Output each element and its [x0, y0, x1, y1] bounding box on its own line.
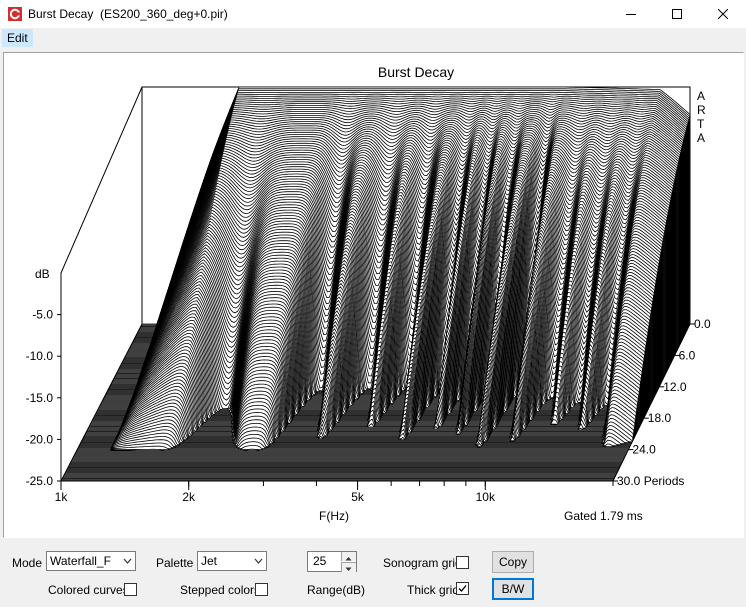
- stepped-colors-label: Stepped colors: [180, 583, 261, 597]
- z-tick-label: 6.0: [679, 348, 696, 362]
- range-spinner[interactable]: 25: [307, 551, 357, 572]
- z-tick-label: 18.0: [648, 411, 672, 425]
- range-value: 25: [313, 554, 327, 568]
- maximize-icon: [672, 9, 682, 19]
- thick-grid-checkbox[interactable]: [456, 582, 469, 595]
- burst-decay-chart: Burst Decay F(Hz) dB Gated 1.79 ms ARTA …: [26, 64, 711, 523]
- title-bar: Burst Decay (ES200_360_deg+0.pir): [0, 0, 746, 28]
- arta-app-icon: [8, 7, 22, 21]
- palette-label: Palette: [156, 556, 194, 570]
- close-button[interactable]: [700, 0, 746, 28]
- colored-curves-checkbox[interactable]: [124, 583, 137, 596]
- chart-title: Burst Decay: [378, 64, 454, 80]
- sonogram-grid-checkbox[interactable]: [456, 556, 469, 569]
- thick-grid-label: Thick grid: [407, 583, 460, 597]
- y-tick-label: -15.0: [26, 391, 54, 405]
- y-tick-label: -25.0: [26, 474, 54, 488]
- range-down-button[interactable]: [341, 562, 356, 572]
- z-tick-label: 30.0 Periods: [617, 474, 684, 488]
- y-tick-label: -20.0: [26, 432, 54, 446]
- x-tick-label: 5k: [351, 490, 365, 504]
- check-icon: [458, 585, 467, 592]
- arrow-down-icon: [345, 567, 352, 571]
- sonogram-grid-label: Sonogram grid: [383, 556, 462, 570]
- palette-select[interactable]: Jet: [197, 551, 267, 571]
- x-tick-label: 1k: [55, 490, 69, 504]
- plot-area: Burst Decay F(Hz) dB Gated 1.79 ms ARTA …: [3, 52, 744, 538]
- close-icon: [718, 9, 728, 19]
- palette-value: Jet: [201, 554, 218, 568]
- maximize-button[interactable]: [654, 0, 700, 28]
- minimize-icon: [626, 14, 636, 15]
- chevron-down-icon: [254, 558, 263, 564]
- z-tick-label: 12.0: [663, 380, 687, 394]
- chevron-down-icon: [123, 558, 132, 564]
- mode-select[interactable]: Waterfall_F: [46, 551, 136, 571]
- menu-edit[interactable]: Edit: [2, 29, 33, 47]
- minimize-button[interactable]: [608, 0, 654, 28]
- x-tick-label: 2k: [182, 490, 196, 504]
- stepped-colors-checkbox[interactable]: [255, 583, 268, 596]
- colored-curves-label: Colored curves: [48, 583, 129, 597]
- menu-bar: Edit: [0, 28, 746, 48]
- range-up-button[interactable]: [341, 552, 356, 561]
- z-tick-label: 24.0: [632, 443, 656, 457]
- y-tick-label: -5.0: [32, 308, 53, 322]
- mode-label: Mode: [12, 556, 43, 570]
- gating-note: Gated 1.79 ms: [564, 509, 643, 523]
- arta-watermark: ARTA: [697, 89, 706, 145]
- mode-value: Waterfall_F: [50, 554, 111, 568]
- x-axis-label: F(Hz): [319, 509, 349, 523]
- window-title: Burst Decay (ES200_360_deg+0.pir): [28, 7, 228, 21]
- bw-button[interactable]: B/W: [492, 578, 534, 600]
- y-axis-label: dB: [35, 267, 50, 281]
- range-label: Range(dB): [307, 583, 366, 597]
- x-tick-label: 10k: [476, 490, 496, 504]
- decay-curves: [61, 86, 691, 482]
- copy-button[interactable]: Copy: [492, 551, 534, 573]
- z-tick-label: 0.0: [694, 317, 711, 331]
- y-tick-label: -10.0: [26, 349, 54, 363]
